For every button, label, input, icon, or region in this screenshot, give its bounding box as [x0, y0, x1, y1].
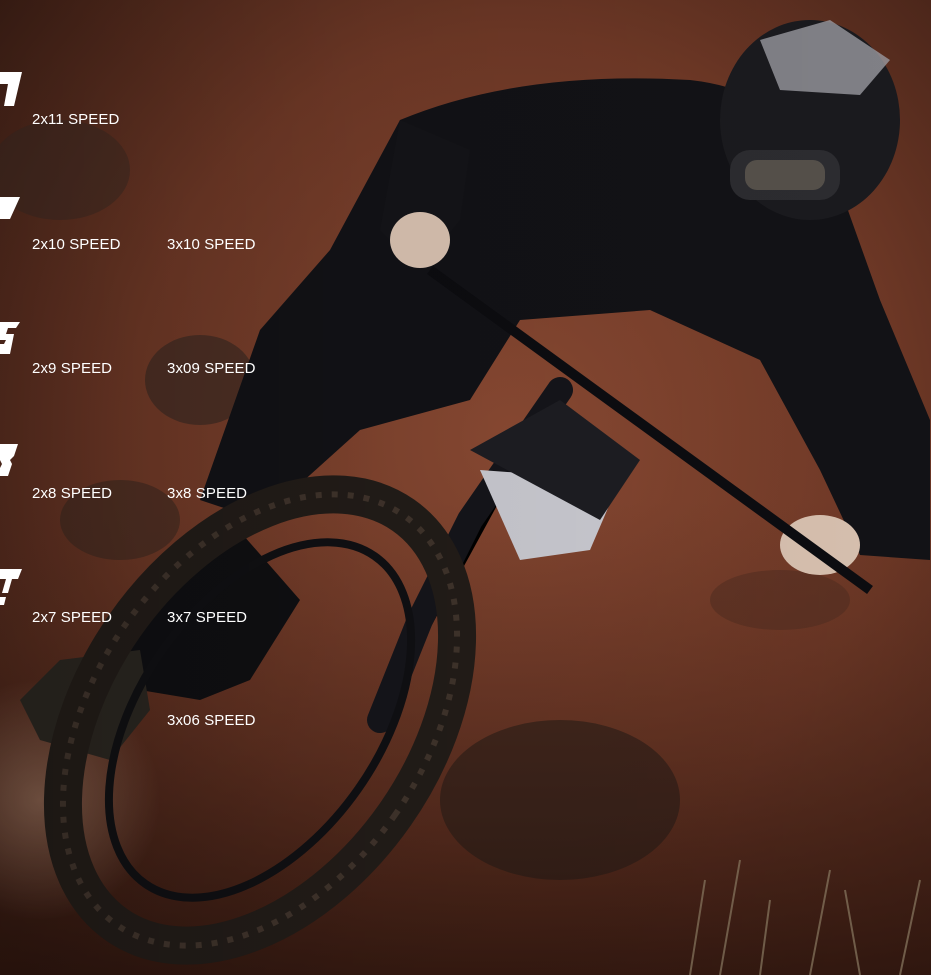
- speed-link-2x9[interactable]: 2x9 SPEED: [32, 360, 112, 377]
- numeral-ten-graphic: [0, 197, 20, 219]
- speed-link-3x7[interactable]: 3x7 SPEED: [167, 609, 247, 626]
- speed-menu: 2x11 SPEED 2x10 SPEED 3x10 SPEED 2x9 SPE…: [0, 0, 300, 975]
- speed-group-9: 2x9 SPEED 3x09 SPEED: [0, 318, 300, 378]
- speed-group-11: 2x11 SPEED: [0, 70, 300, 130]
- numeral-nine-graphic: [0, 322, 20, 354]
- speed-group-10: 2x10 SPEED 3x10 SPEED: [0, 195, 300, 255]
- speed-link-2x8[interactable]: 2x8 SPEED: [32, 485, 112, 502]
- speed-link-2x11[interactable]: 2x11 SPEED: [32, 111, 119, 128]
- speed-link-3x8[interactable]: 3x8 SPEED: [167, 485, 247, 502]
- speed-link-3x10[interactable]: 3x10 SPEED: [167, 236, 256, 253]
- speed-group-6: 3x06 SPEED: [0, 672, 300, 732]
- speed-link-2x10[interactable]: 2x10 SPEED: [32, 236, 121, 253]
- numeral-seven-graphic: [0, 569, 22, 605]
- numeral-eight-graphic: [0, 444, 18, 476]
- speed-group-7: 2x7 SPEED 3x7 SPEED: [0, 567, 300, 627]
- speed-link-2x7[interactable]: 2x7 SPEED: [32, 609, 112, 626]
- speed-link-3x06[interactable]: 3x06 SPEED: [167, 712, 256, 729]
- speed-link-3x09[interactable]: 3x09 SPEED: [167, 360, 256, 377]
- speed-group-8: 2x8 SPEED 3x8 SPEED: [0, 442, 300, 502]
- numeral-eleven-graphic: [0, 72, 22, 106]
